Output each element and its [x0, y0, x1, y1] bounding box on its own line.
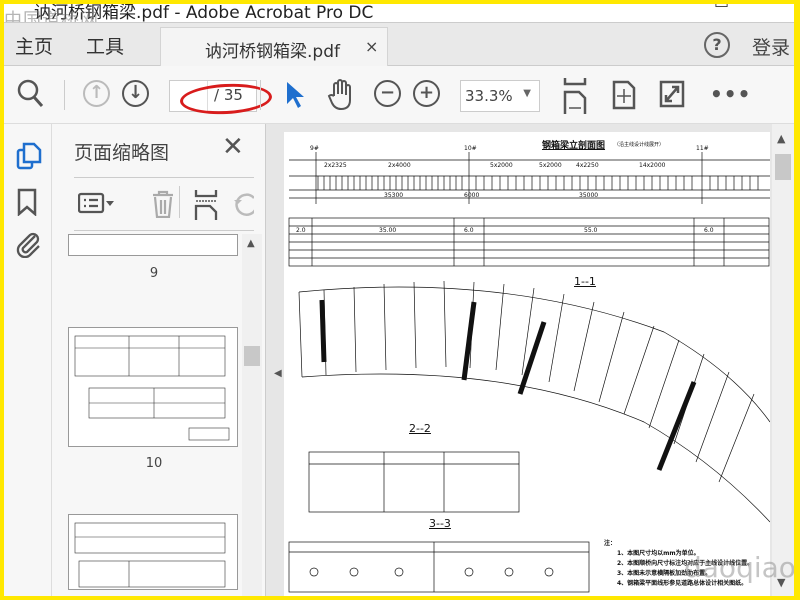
delete-page-icon[interactable]: [150, 190, 176, 222]
zoom-in-icon[interactable]: +: [413, 80, 440, 107]
table-cell: 35.00: [379, 227, 397, 234]
bookmark-icon[interactable]: [17, 188, 39, 220]
dimension: 35000: [579, 192, 599, 199]
divider: [179, 186, 180, 218]
close-window-button[interactable]: ✕: [772, 4, 785, 9]
navigation-rail: [4, 124, 52, 596]
drawing-subtitle: （沿主线设计线展开）: [614, 142, 665, 148]
table-cell: 2.0: [296, 227, 306, 234]
login-button[interactable]: 登录: [752, 33, 790, 60]
search-icon[interactable]: [16, 78, 46, 114]
full-screen-icon[interactable]: [659, 80, 685, 112]
scrollbar-thumb[interactable]: [775, 154, 791, 180]
dimension: 2x2325: [324, 162, 347, 169]
table-cell: 6.0: [704, 227, 714, 234]
zoom-value: 33.3%: [465, 87, 513, 105]
select-cursor-icon[interactable]: [284, 80, 306, 114]
dimension: 4x2250: [576, 162, 599, 169]
divider: [74, 230, 254, 231]
drawing-title: 钢箱梁立剖面图: [542, 141, 606, 151]
page-thumbnails-icon[interactable]: [16, 142, 42, 174]
dimension: 14x2000: [639, 162, 666, 169]
scroll-up-icon[interactable]: ▲: [777, 132, 785, 145]
divider: [64, 80, 65, 110]
maximize-button[interactable]: □: [714, 4, 729, 9]
fit-width-icon[interactable]: [562, 78, 588, 118]
help-icon[interactable]: ?: [704, 32, 730, 58]
dimension: 5x2000: [539, 162, 562, 169]
dimension: 6000: [464, 192, 480, 199]
insert-page-icon[interactable]: [194, 190, 220, 224]
divider: [74, 177, 254, 178]
panel-scrollbar[interactable]: ▲: [242, 234, 262, 596]
section-label: 1--1: [574, 275, 596, 288]
dimension: 5x2000: [490, 162, 513, 169]
hand-tool-icon[interactable]: [326, 78, 356, 116]
toolbar: ↑ ↓ / 35 − + 33.3% ▼ •••: [4, 66, 794, 124]
menu-home[interactable]: 主页: [15, 32, 53, 59]
page-label: 10: [145, 456, 163, 471]
rotate-page-icon[interactable]: [232, 190, 254, 222]
document-view: ◀ 钢箱梁立剖面图 （沿主线设计线展开） 9# 10# 11# 2x2325 2…: [266, 124, 794, 596]
fit-page-icon[interactable]: [612, 80, 636, 114]
pdf-page: 钢箱梁立剖面图 （沿主线设计线展开） 9# 10# 11# 2x2325 2x4…: [284, 132, 770, 596]
menu-tools[interactable]: 工具: [86, 32, 124, 59]
tab-close-button[interactable]: ×: [365, 37, 378, 56]
page-label: 9: [149, 266, 159, 281]
pier-label: 9#: [310, 145, 319, 152]
pier-label: 10#: [464, 145, 477, 152]
panel-title: 页面缩略图: [74, 142, 170, 164]
menu-bar: 主页 工具 讷河桥钢箱梁.pdf × ? 登录: [4, 22, 794, 68]
scroll-up-icon[interactable]: ▲: [247, 238, 255, 249]
dimension: 35300: [384, 192, 404, 199]
thumbnail-options-icon[interactable]: [77, 192, 118, 220]
notes-title: 注：: [604, 540, 617, 547]
more-options-icon[interactable]: •••: [710, 82, 751, 106]
thumbnails-panel: 页面缩略图 ✕ 9 10 ▲: [52, 124, 266, 596]
acrobat-window: 讷河桥钢箱梁.pdf - Adobe Acrobat Pro DC □ ✕ 中国…: [4, 4, 794, 596]
page-thumbnail-10[interactable]: [68, 327, 238, 447]
tab-title: 讷河桥钢箱梁.pdf: [205, 42, 340, 62]
section-label: 2--2: [409, 422, 431, 435]
zoom-level-select[interactable]: 33.3% ▼: [460, 80, 540, 112]
dimension: 2x4000: [388, 162, 411, 169]
title-bar: 讷河桥钢箱梁.pdf - Adobe Acrobat Pro DC □ ✕: [4, 4, 794, 23]
pier-label: 11#: [696, 145, 709, 152]
thumbnail-list: 9 10: [66, 234, 242, 596]
divider: [260, 80, 261, 110]
next-page-icon[interactable]: ↓: [122, 80, 149, 107]
previous-page-icon[interactable]: ↑: [83, 80, 110, 107]
table-cell: 55.0: [584, 227, 598, 234]
bridge-drawing: [288, 152, 770, 593]
page-thumbnail-9[interactable]: [68, 234, 238, 256]
chevron-down-icon: ▼: [523, 88, 531, 99]
collapse-panel-icon[interactable]: ◀: [274, 368, 282, 379]
attachment-icon[interactable]: [15, 230, 41, 262]
section-label: 3--3: [429, 517, 451, 530]
table-cell: 6.0: [464, 227, 474, 234]
scrollbar-thumb[interactable]: [244, 346, 260, 366]
watermark-url: daoqiao.com: [684, 551, 794, 584]
panel-close-button[interactable]: ✕: [222, 132, 244, 162]
document-scrollbar[interactable]: ▲ ▼: [772, 124, 794, 596]
page-thumbnail-11[interactable]: [68, 514, 238, 590]
zoom-out-icon[interactable]: −: [374, 80, 401, 107]
tab-document[interactable]: 讷河桥钢箱梁.pdf ×: [160, 27, 388, 68]
